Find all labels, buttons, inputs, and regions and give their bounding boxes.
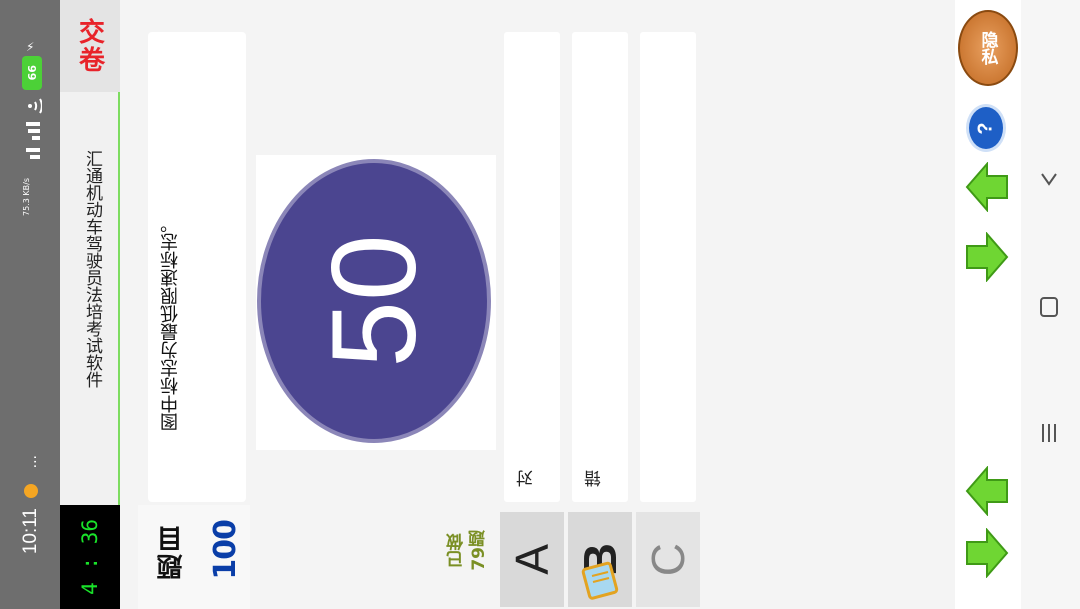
home-icon[interactable]: [1039, 296, 1059, 324]
notification-icon: [24, 484, 38, 498]
app-title: 汇通机动车驾驶员法培考试软件: [82, 150, 102, 388]
blank-area: [704, 30, 944, 605]
option-a-card[interactable]: [504, 32, 560, 502]
option-b-text: 错: [585, 470, 605, 487]
back-icon[interactable]: [1038, 168, 1060, 196]
wifi-icon: [22, 96, 43, 120]
battery-level: 66: [25, 65, 39, 81]
sign-number: 50: [307, 234, 441, 367]
option-a-text: 对: [517, 470, 537, 487]
submit-exam-button[interactable]: 交卷: [60, 0, 120, 92]
answered-count: 已做 79题: [446, 530, 490, 571]
countdown-timer: 4 : 36: [60, 505, 120, 609]
privacy-label: 隐私: [977, 31, 998, 65]
option-c-card[interactable]: [640, 32, 696, 502]
option-c-button[interactable]: C: [636, 512, 700, 607]
signal-icon: [24, 120, 42, 170]
option-c-letter: C: [642, 542, 694, 577]
submit-label: 交卷: [74, 18, 105, 74]
next-question-icon[interactable]: [965, 527, 1009, 582]
option-b-card[interactable]: [572, 32, 628, 502]
answered-number: 79题: [469, 530, 489, 571]
status-dots: ...: [24, 455, 40, 469]
notepad-icon: [578, 560, 620, 606]
question-number: 100: [208, 520, 243, 580]
recents-icon[interactable]: [1039, 422, 1059, 450]
timer-text: 4 : 36: [78, 519, 102, 595]
option-a-letter: A: [506, 544, 558, 575]
question-image: 50: [256, 155, 496, 450]
question-text: 图中标志为最低限速标志。: [160, 215, 181, 431]
answered-label: 已做: [447, 533, 467, 568]
status-time: 10:11: [20, 508, 41, 555]
privacy-button[interactable]: 隐私: [958, 10, 1018, 86]
speed-sign-image: 50: [257, 159, 491, 443]
charging-icon: ⚡: [26, 40, 35, 54]
help-icon[interactable]: ?: [966, 104, 1006, 152]
scroll-down-icon[interactable]: [965, 231, 1009, 286]
battery-icon: 66: [22, 56, 42, 90]
scroll-up-icon[interactable]: [965, 161, 1009, 216]
option-a-button[interactable]: A: [500, 512, 564, 607]
network-speed: 75.3 KB/s: [22, 178, 31, 216]
question-label: 题目: [157, 524, 187, 580]
previous-question-icon[interactable]: [965, 465, 1009, 520]
